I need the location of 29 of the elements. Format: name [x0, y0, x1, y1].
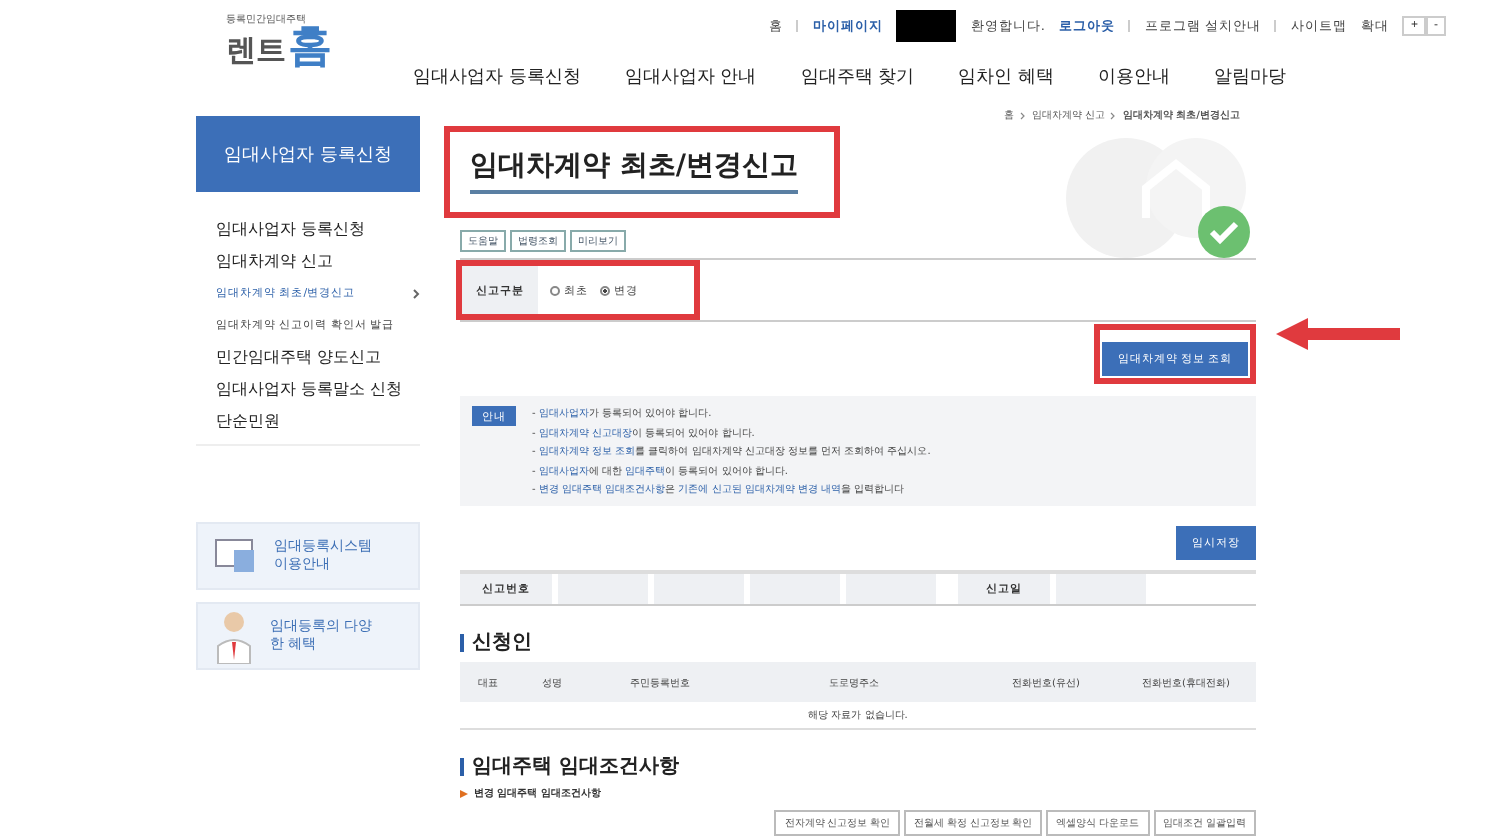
chevron-icon: [1019, 111, 1026, 120]
nav-item[interactable]: 임대사업자 안내: [624, 64, 757, 90]
person-silhouette-icon: [214, 608, 254, 665]
input-field[interactable]: [750, 574, 840, 604]
nav-item[interactable]: 이용안내: [1098, 64, 1170, 90]
page-title: 임대차계약 최초/변경신고: [470, 148, 798, 194]
redaction-block: [896, 10, 957, 42]
sidebar-item[interactable]: 임대차계약 신고: [216, 248, 420, 275]
sidebar-item[interactable]: 민간임대주택 양도신고: [216, 344, 420, 371]
nav-item[interactable]: 임대사업자 등록신청: [413, 64, 581, 90]
sidebar-item[interactable]: 단순민원: [216, 408, 420, 435]
pointer-arrow: [1276, 318, 1400, 351]
nav-item[interactable]: 임차인 혜택: [958, 64, 1054, 90]
section-heading: 신청인: [460, 628, 1256, 656]
nav-item[interactable]: 임대주택 찾기: [800, 64, 915, 90]
sidebar-item[interactable]: 임대사업자 등록말소 신청: [216, 376, 420, 403]
chevron-icon: [412, 287, 420, 300]
nav-item[interactable]: 알림마당: [1214, 64, 1286, 90]
section-heading: 임대주택 임대조건사항: [460, 752, 1256, 780]
input-field[interactable]: [846, 574, 936, 604]
input-field[interactable]: [654, 574, 744, 604]
sidebar-title: 임대사업자 등록신청: [196, 116, 420, 193]
logo-wordmark[interactable]: 렌트: [226, 32, 286, 70]
sidebar-item[interactable]: 임대사업자 등록신청: [216, 216, 420, 243]
input-field[interactable]: [558, 574, 648, 604]
logo-wordmark-house[interactable]: 홈: [288, 26, 332, 70]
document-icon: [214, 538, 258, 575]
chevron-icon: [1110, 111, 1117, 120]
input-field[interactable]: [1056, 574, 1146, 604]
